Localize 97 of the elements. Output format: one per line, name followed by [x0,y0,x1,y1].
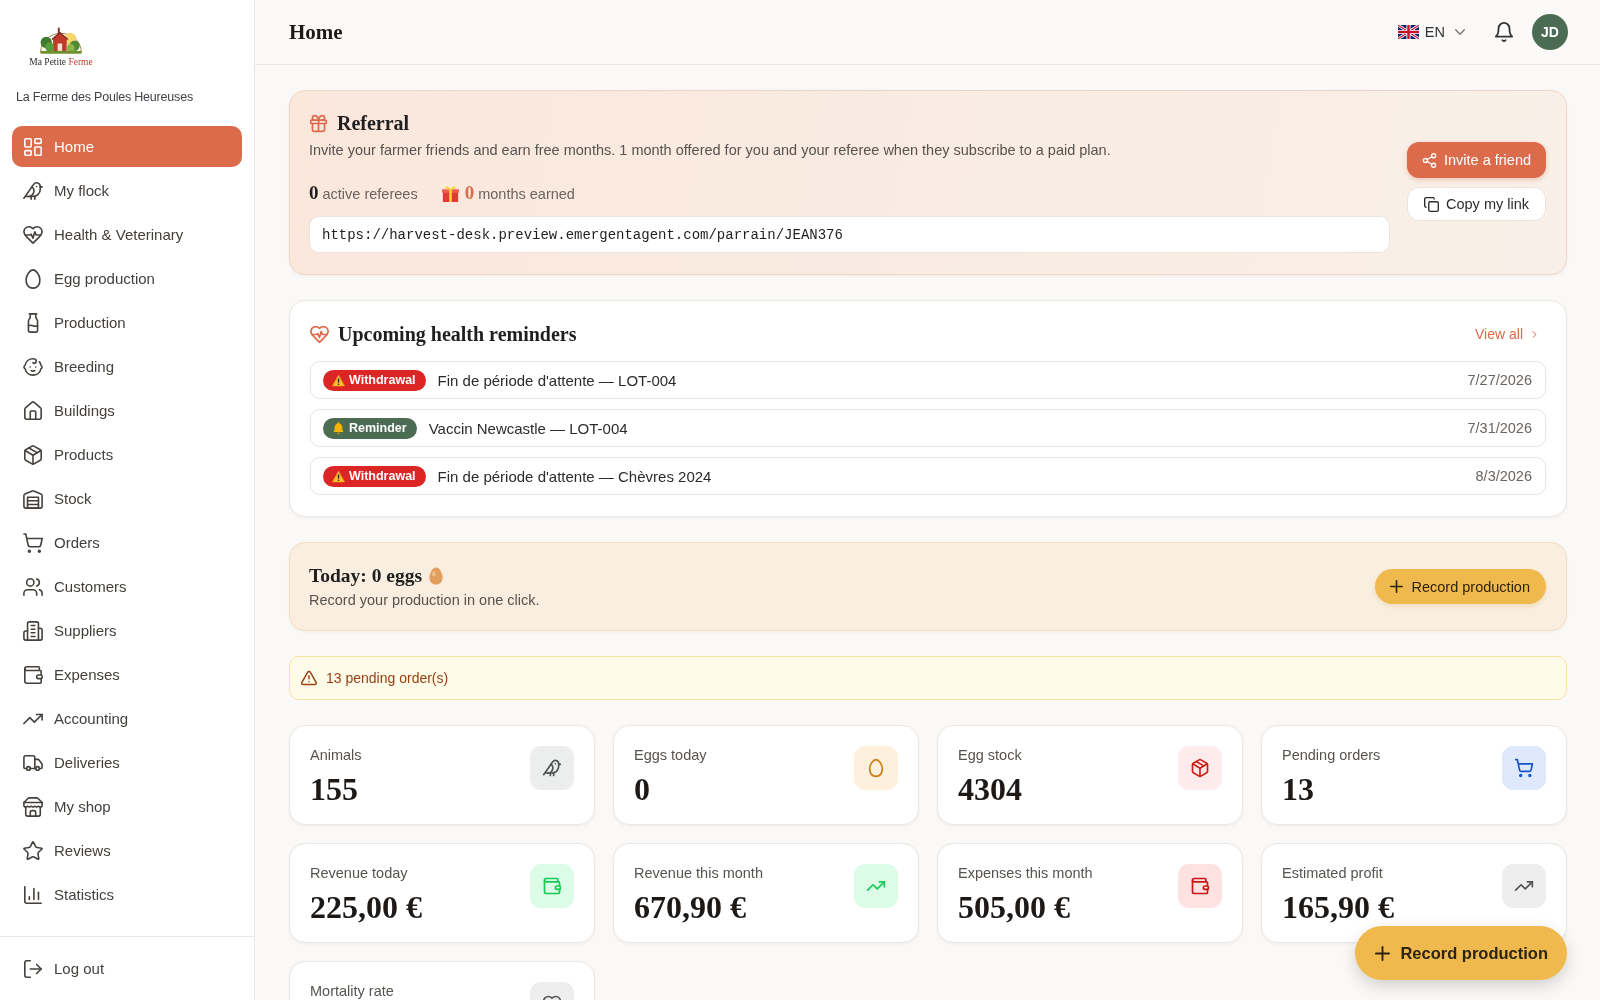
wallet-icon [23,664,43,685]
chevron-right-icon [1531,330,1538,338]
alert-text: 13 pending order(s) [326,670,449,686]
chevron-down-icon [1455,27,1465,37]
logout-button[interactable]: Log out [12,948,242,989]
stat-value: 505,00 € [958,889,1071,925]
referral-description: Invite your farmer friends and earn free months. 1 month offered for you and your referee when they subscribe to a paid plan. [309,141,1112,159]
reminder-title: Fin de période d'attente — LOT-004 [437,371,677,389]
stat-value: 670,90 € [634,889,747,925]
reminder-title: Fin de période d'attente — Chèvres 2024 [437,467,712,485]
card-title: Upcoming health reminders [338,322,577,346]
logo-text: Ma Petite Ferme [29,57,93,68]
bar-chart-icon [23,884,43,905]
stat-label: Animals [310,746,362,764]
nav-item[interactable]: Egg production [12,258,242,299]
nav-item[interactable]: Products [12,434,242,475]
nav-item[interactable]: Reviews [12,830,242,871]
truck-icon [23,752,43,773]
language-selector[interactable]: EN [1397,20,1465,44]
reminder-row[interactable]: Withdrawal Fin de période d'attente — LOT-004 7/27/2026 [310,361,1546,399]
stat-label: Revenue this month [634,864,763,882]
stat-value: 0 [634,771,651,807]
package-icon [23,444,43,465]
gift-icon [309,114,328,133]
reminder-date: 7/27/2026 [1467,372,1532,388]
house-icon [23,400,43,421]
record-production-button[interactable]: Record production [1374,569,1546,604]
dashboard-icon [23,136,43,157]
stat-label: Egg stock [958,746,1022,764]
reminder-date: 7/31/2026 [1467,420,1532,436]
warning-icon [301,670,317,686]
nav-item[interactable]: Statistics [12,874,242,915]
card-title: Referral [337,112,410,135]
logout-icon [23,958,43,979]
active-referees-stat: 0 active referees [309,182,418,204]
warning-icon [332,469,345,483]
farm-name: La Ferme des Poules Heureuses [15,89,194,105]
months-earned-stat: 0 months earned [464,182,575,204]
stat-value: 165,90 € [1282,889,1394,925]
bell-icon[interactable] [1494,22,1514,42]
share-icon [1421,152,1437,168]
stat-value: 225,00 € [310,889,422,925]
stat-value: 4304 [958,771,1022,807]
heart-pulse-icon [23,224,43,245]
tag-label: Withdrawal [349,469,416,483]
reminder-row[interactable]: Withdrawal Fin de période d'attente — Chèvres 2024 8/3/2026 [310,457,1546,495]
tag-label: Withdrawal [349,373,416,387]
nav-item[interactable]: Buildings [12,390,242,431]
nav-item[interactable]: My flock [12,170,242,211]
today-title: Today: 0 eggs [309,565,423,587]
heart-pulse-icon [310,324,329,344]
gift-icon [441,184,459,202]
egg-icon [429,567,444,585]
flag-icon [1397,25,1419,39]
record-production-button[interactable]: Record production [1355,926,1567,980]
stat-label: Eggs today [634,746,707,764]
nav-item[interactable]: Deliveries [12,742,242,783]
stat-label: Pending orders [1282,746,1381,764]
user-avatar[interactable]: JD [1532,14,1568,50]
page-title: Home [289,19,343,45]
nav-item[interactable]: Health & Veterinary [12,214,242,255]
nav-item[interactable]: Orders [12,522,242,563]
stat-value: 13 [1282,771,1315,807]
nav-item[interactable]: My shop [12,786,242,827]
bell-icon [332,421,345,435]
nav-item[interactable]: Customers [12,566,242,607]
copy-icon [1424,196,1439,212]
reminder-date: 8/3/2026 [1475,468,1532,484]
building-icon [23,620,43,641]
nav-item[interactable]: Stock [12,478,242,519]
stat-label: Mortality rate [310,982,394,1000]
store-icon [23,796,43,817]
plus-icon [1389,580,1403,593]
stat-value: 155 [310,771,359,807]
baby-face-icon [23,356,43,377]
referral-link-field[interactable]: https://harvest-desk.preview.emergentagent.com/parrain/JEAN376 [309,216,1390,253]
warning-icon [332,373,345,387]
copy-link-button[interactable]: Copy my link [1407,187,1546,221]
nav-item[interactable]: Accounting [12,698,242,739]
cart-icon [23,532,43,553]
nav-item[interactable]: Suppliers [12,610,242,651]
star-icon [23,840,43,861]
users-icon [23,576,43,597]
plus-icon [1375,945,1391,961]
reminder-title: Vaccin Newcastle — LOT-004 [428,419,628,437]
egg-icon [23,268,43,289]
warehouse-icon [23,488,43,509]
today-subtitle: Record your production in one click. [309,591,540,609]
nav-item[interactable]: Expenses [12,654,242,695]
stat-label: Expenses this month [958,864,1093,882]
stat-label: Revenue today [310,864,409,882]
nav-item[interactable]: Production [12,302,242,343]
reminder-row[interactable]: Reminder Vaccin Newcastle — LOT-004 7/31/2026 [310,409,1546,447]
bird-icon [23,180,43,201]
stat-label: Estimated profit [1282,864,1384,882]
nav-item[interactable]: Breeding [12,346,242,387]
tag-label: Reminder [349,421,407,435]
